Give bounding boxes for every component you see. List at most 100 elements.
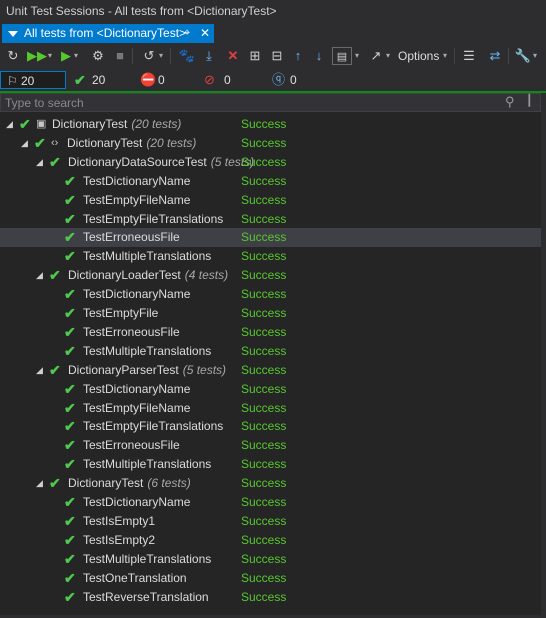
search-input[interactable] [5, 95, 485, 110]
test-row[interactable]: ✔ TestErroneousFile Success [0, 436, 541, 455]
test-row[interactable]: ✔ TestDictionaryName Success [0, 172, 541, 191]
test-row[interactable]: ✔ TestEmptyFile Success [0, 304, 541, 323]
tab-all-tests[interactable]: All tests from <DictionaryTest> ⌖ ✕ [2, 24, 214, 43]
project-icon: ▣ [36, 118, 47, 130]
test-name: TestDictionaryName [83, 285, 190, 304]
test-group-row[interactable]: ◢ ✔ DictionaryParserTest (5 tests) Success [0, 361, 541, 380]
expand-toggle-icon[interactable]: ◢ [36, 361, 43, 380]
expand-toggle-icon[interactable]: ◢ [6, 115, 13, 134]
toolbar-separator [508, 48, 509, 64]
success-check-icon: ✔ [34, 134, 46, 151]
test-row[interactable]: ✔ TestErroneousFile Success [0, 323, 541, 342]
expand-all-icon[interactable]: ⊞ [246, 47, 264, 65]
passed-count[interactable]: 20 [92, 71, 105, 89]
chevron-down-icon[interactable]: ▾ [46, 47, 54, 65]
arrow-down-icon[interactable]: ↓ [311, 47, 327, 65]
expand-toggle-icon[interactable]: ◢ [36, 153, 43, 172]
test-row[interactable]: ✔ TestEmptyFileName Success [0, 191, 541, 210]
chevron-down-icon[interactable]: ▾ [353, 47, 361, 65]
test-row[interactable]: ✔ TestDictionaryName Success [0, 285, 541, 304]
collapse-all-icon[interactable]: ⊟ [268, 47, 286, 65]
test-row[interactable]: ✔ TestErroneousFile Success [0, 228, 541, 248]
track-running-icon[interactable]: 🐾 [178, 47, 196, 65]
test-count: (6 tests) [147, 476, 191, 491]
expand-toggle-icon[interactable]: ◢ [36, 474, 43, 493]
test-row[interactable]: ✔ TestMultipleTranslations Success [0, 455, 541, 474]
debug-icon[interactable]: ⚙ [90, 47, 106, 65]
refresh-icon[interactable]: ↻ [4, 47, 22, 65]
test-row[interactable]: ✔ TestIsEmpty2 Success [0, 531, 541, 550]
success-check-icon: ✔ [64, 569, 76, 586]
test-group-row[interactable]: ◢ ✔ ▣ DictionaryTest (20 tests) Success [0, 115, 541, 134]
chevron-down-icon[interactable]: ▾ [441, 47, 449, 65]
close-icon[interactable]: ✕ [200, 24, 210, 43]
import-icon[interactable]: ⤓ [200, 47, 218, 65]
test-row[interactable]: ✔ TestDictionaryName Success [0, 380, 541, 399]
test-group-row[interactable]: ◢ ✔ DictionaryTest (6 tests) Success [0, 474, 541, 493]
expand-toggle-icon[interactable]: ◢ [36, 266, 43, 285]
test-group-row[interactable]: ◢ ✔ DictionaryDataSourceTest (5 tests) Succe… [0, 153, 541, 172]
total-tests-icon: ⚐ [7, 74, 18, 88]
ignored-count[interactable]: 0 [224, 71, 231, 89]
remove-icon[interactable]: ✕ [224, 47, 242, 65]
test-row[interactable]: ✔ TestMultipleTranslations Success [0, 342, 541, 361]
export-icon[interactable]: ↗ [367, 47, 385, 65]
scrollbar[interactable] [541, 93, 546, 618]
test-name: TestDictionaryName [83, 493, 190, 512]
pin-icon[interactable]: ⌖ [184, 24, 190, 43]
dropdown-triangle-icon[interactable] [8, 30, 18, 37]
test-name: TestMultipleTranslations [83, 550, 211, 569]
failed-count[interactable]: 0 [158, 71, 165, 89]
test-row[interactable]: ✔ TestEmptyFileName Success [0, 399, 541, 418]
success-check-icon: ✔ [64, 494, 76, 510]
expand-toggle-icon[interactable]: ◢ [21, 134, 28, 153]
chevron-down-icon[interactable]: ▾ [157, 47, 165, 65]
test-group-row[interactable]: ◢ ✔ ‹› DictionaryTest (20 tests) Success [0, 134, 541, 153]
status-label: Success [241, 306, 287, 320]
status-label: Success [241, 324, 287, 339]
unknown-count[interactable]: 0 [290, 71, 297, 89]
pin-search-icon[interactable]: ┃ [526, 94, 533, 107]
test-count: (20 tests) [131, 117, 182, 131]
success-check-icon: ✔ [64, 191, 76, 208]
test-count: (4 tests) [184, 268, 229, 283]
success-check-icon: ✔ [49, 153, 61, 170]
test-name-label: TestMultipleTranslations [83, 249, 212, 264]
passed-filter-icon[interactable]: ✔ [74, 71, 86, 89]
chevron-down-icon[interactable]: ▾ [384, 47, 392, 65]
total-filter[interactable]: ⚐ 20 [0, 71, 66, 89]
test-name: TestDictionaryName [83, 172, 190, 191]
sync-icon[interactable]: ⇄ [486, 47, 504, 65]
test-group-row[interactable]: ◢ ✔ DictionaryLoaderTest (4 tests) Success [0, 266, 541, 285]
filter-icon[interactable]: ☰ [460, 47, 478, 65]
search-options-icon[interactable]: ⚲ [505, 94, 515, 110]
group-by-icon[interactable]: ▤ [332, 47, 352, 65]
test-name: TestMultipleTranslations [83, 455, 211, 474]
test-row[interactable]: ✔ TestReverseTranslation Success [0, 588, 541, 607]
status-label: Success [241, 362, 287, 377]
ignored-filter-icon[interactable]: ⊘ [204, 71, 215, 89]
namespace-icon: ‹› [51, 136, 59, 149]
test-row[interactable]: ✔ TestEmptyFileTranslations Success [0, 417, 541, 436]
status-label: Success [241, 211, 287, 226]
stop-icon[interactable]: ■ [112, 47, 128, 65]
run-all-icon[interactable]: ▶▶ [26, 47, 48, 65]
test-row[interactable]: ✔ TestDictionaryName Success [0, 493, 541, 512]
test-row[interactable]: ✔ TestMultipleTranslations Success [0, 247, 541, 266]
test-name: TestEmptyFile [83, 304, 158, 323]
failed-filter-icon[interactable]: ⛔ [140, 71, 156, 89]
test-row[interactable]: ✔ TestOneTranslation Success [0, 569, 541, 588]
wrench-icon[interactable]: 🔧 [514, 47, 532, 65]
test-name-label: TestErroneousFile [83, 438, 180, 453]
arrow-up-icon[interactable]: ↑ [290, 47, 306, 65]
continuous-testing-icon[interactable]: ↺ [140, 47, 158, 65]
test-row[interactable]: ✔ TestEmptyFileTranslations Success [0, 210, 541, 229]
test-row[interactable]: ✔ TestMultipleTranslations Success [0, 550, 541, 569]
options-menu[interactable]: Options [398, 47, 442, 65]
test-name: DictionaryParserTest (5 tests) [68, 361, 226, 380]
search-box[interactable]: ⚲ ┃ [0, 93, 541, 112]
test-row[interactable]: ✔ TestIsEmpty1 Success [0, 512, 541, 531]
chevron-down-icon[interactable]: ▾ [72, 47, 80, 65]
unknown-filter-icon[interactable]: ⓠ [272, 71, 285, 89]
chevron-down-icon[interactable]: ▾ [531, 47, 539, 65]
